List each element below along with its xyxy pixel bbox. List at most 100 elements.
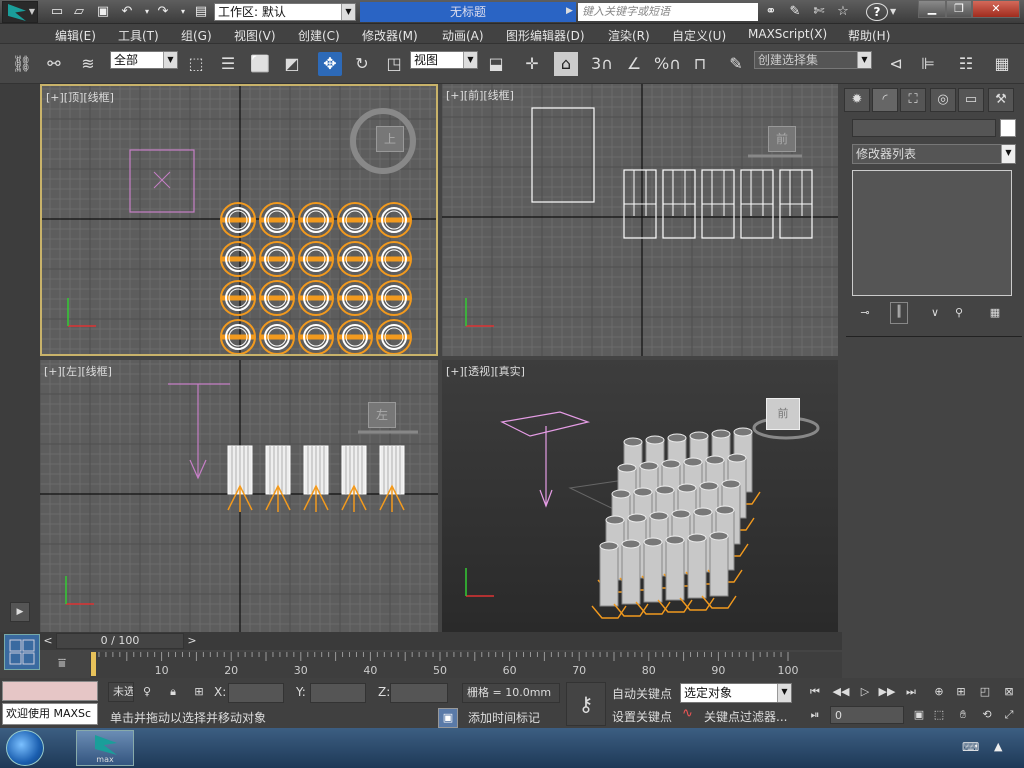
help-icon[interactable]: ? [866, 3, 888, 21]
save-file-icon[interactable]: ▣ [94, 3, 112, 21]
percent-snap-icon[interactable]: %∩ [654, 52, 681, 76]
mini-curve-editor-icon[interactable]: ⩸ [50, 656, 74, 674]
viewport-layout-icon[interactable] [4, 634, 40, 670]
menu-create[interactable]: 创建(C) [298, 27, 340, 44]
x-coordinate-field[interactable] [228, 683, 284, 703]
maximize-viewport-icon[interactable]: ⤢ [1000, 706, 1018, 724]
time-configuration-icon[interactable]: ▣ [910, 706, 928, 724]
remove-modifier-icon[interactable]: ⚲ [950, 304, 968, 322]
auto-key-button[interactable]: 自动关键点 [612, 685, 672, 702]
menu-modifiers[interactable]: 修改器(M) [362, 27, 418, 44]
menu-edit[interactable]: 编辑(E) [55, 27, 96, 44]
angle-snap-icon[interactable]: ∠ [622, 52, 646, 76]
menu-graph-editors[interactable]: 图形编辑器(D) [506, 27, 585, 44]
absolute-mode-icon[interactable]: ⊞ [190, 683, 208, 701]
restore-button[interactable]: ❐ [946, 0, 972, 18]
layer-manager-icon[interactable]: ☷ [954, 52, 978, 76]
pin-stack-icon[interactable]: ⊸ [856, 304, 874, 322]
spinner-snap-icon[interactable]: ⊓ [688, 52, 712, 76]
maxscript-welcome[interactable]: 欢迎使用 MAXSc [2, 703, 98, 725]
search-input[interactable]: 键入关键字或短语 [578, 3, 758, 21]
project-folder-icon[interactable]: ▤ [192, 3, 210, 21]
redo-icon[interactable]: ↷ [154, 3, 172, 21]
zoom-all-icon[interactable]: ⊞ [952, 683, 970, 701]
next-frame-icon[interactable]: > [184, 633, 200, 649]
minimize-button[interactable]: ▁ [918, 0, 946, 18]
viewport-perspective[interactable]: [+][透视][真实] 前 [442, 360, 838, 632]
keyboard-tray-icon[interactable]: ⌨ [962, 740, 979, 754]
view-cube-left[interactable]: 左 [368, 402, 396, 428]
go-to-end-icon[interactable]: ⏭ [902, 683, 920, 701]
graphite-tools-icon[interactable]: ▦ [990, 52, 1014, 76]
viewport-label-top[interactable]: [+][顶][线框] [46, 89, 114, 105]
window-crossing-icon[interactable]: ◩ [280, 52, 304, 76]
favorites-star-icon[interactable]: ☆ [834, 3, 852, 21]
time-slider[interactable]: 0 / 100 [56, 633, 184, 649]
viewport-top[interactable]: [+][顶][线框] 上 [40, 84, 438, 356]
hierarchy-tab-icon[interactable]: ⛶ [900, 88, 926, 112]
viewport-label-left[interactable]: [+][左][线框] [44, 363, 112, 379]
new-file-icon[interactable]: ▭ [48, 3, 66, 21]
pivot-center-icon[interactable]: ⬓ [484, 52, 508, 76]
display-tab-icon[interactable]: ▭ [958, 88, 984, 112]
mirror-icon[interactable]: ⊲ [884, 52, 908, 76]
maxscript-listener-mini[interactable] [2, 681, 98, 701]
viewport-label-perspective[interactable]: [+][透视][真实] [446, 363, 525, 379]
view-cube-top[interactable]: 上 [376, 126, 404, 152]
edit-named-selection-icon[interactable]: ✎ [724, 52, 748, 76]
app-menu-button[interactable]: ▼ [2, 1, 38, 23]
utilities-tab-icon[interactable]: ⚒ [988, 88, 1014, 112]
menu-tools[interactable]: 工具(T) [118, 27, 159, 44]
viewport-label-front[interactable]: [+][前][线框] [446, 87, 514, 103]
menu-animation[interactable]: 动画(A) [442, 27, 484, 44]
selection-filter-dropdown[interactable]: 全部 ▼ [110, 51, 178, 69]
motion-tab-icon[interactable]: ◎ [930, 88, 956, 112]
z-coordinate-field[interactable] [390, 683, 448, 703]
make-unique-icon[interactable]: ∨ [926, 304, 944, 322]
snaps-toggle-icon[interactable]: 3∩ [590, 52, 614, 76]
select-and-link-icon[interactable]: ⛓ [10, 52, 34, 76]
menu-views[interactable]: 视图(V) [234, 27, 276, 44]
go-to-start-icon[interactable]: ⏮ [806, 683, 824, 701]
zoom-icon[interactable]: ⊕ [930, 683, 948, 701]
communication-center-icon[interactable]: ✄ [810, 3, 828, 21]
menu-help[interactable]: 帮助(H) [848, 27, 890, 44]
tray-arrow-icon[interactable]: ▲ [994, 740, 1002, 753]
current-frame-field[interactable]: 0 [830, 706, 904, 724]
binoculars-icon[interactable]: ⚭ [762, 3, 780, 21]
previous-frame-icon[interactable]: ◀◀ [832, 683, 850, 701]
modifier-stack[interactable] [852, 170, 1012, 296]
viewport-front[interactable]: [+][前][线框] 前 [442, 84, 838, 356]
modify-tab-icon[interactable]: ◜ [872, 88, 898, 112]
open-file-icon[interactable]: ▱ [70, 3, 88, 21]
play-icon[interactable]: ▷ [856, 683, 874, 701]
zoom-extents-all-icon[interactable]: ⊠ [1000, 683, 1018, 701]
view-cube-perspective[interactable]: 前 [766, 398, 800, 430]
menu-customize[interactable]: 自定义(U) [672, 27, 726, 44]
zoom-extents-icon[interactable]: ◰ [976, 683, 994, 701]
pan-view-icon[interactable]: ✋︎ [954, 706, 972, 724]
wrench-icon[interactable]: ✎ [786, 3, 804, 21]
rectangular-selection-icon[interactable]: ⬜ [248, 52, 272, 76]
object-color-swatch[interactable] [1000, 119, 1016, 137]
orbit-icon[interactable]: ⟲ [978, 706, 996, 724]
y-coordinate-field[interactable] [310, 683, 366, 703]
isolate-selection-icon[interactable]: ♀ [138, 683, 156, 701]
selection-lock-icon[interactable]: 🔒︎ [164, 683, 182, 701]
create-tab-icon[interactable]: ✹ [844, 88, 870, 112]
named-selection-dropdown[interactable]: 创建选择集 ▼ [754, 51, 872, 69]
show-end-result-icon[interactable]: ║ [890, 302, 908, 324]
redo-dropdown-icon[interactable]: ▾ [174, 3, 192, 21]
object-name-field[interactable] [852, 119, 996, 137]
undo-icon[interactable]: ↶ [118, 3, 136, 21]
reference-coordinate-dropdown[interactable]: 视图 ▼ [410, 51, 478, 69]
viewport-left[interactable]: [+][左][线框] 左 [40, 360, 438, 632]
unlink-selection-icon[interactable]: ⚯ [42, 52, 66, 76]
workspace-dropdown[interactable]: 工作区: 默认 ▼ [214, 3, 356, 21]
field-of-view-icon[interactable]: ⬚ [930, 706, 948, 724]
add-time-tag-button[interactable]: 添加时间标记 [468, 709, 540, 726]
view-cube-front[interactable]: 前 [768, 126, 796, 152]
select-and-scale-icon[interactable]: ◳ [382, 52, 406, 76]
manipulate-icon[interactable]: ✛ [520, 52, 544, 76]
taskbar-app-3dsmax[interactable]: max [76, 730, 134, 766]
